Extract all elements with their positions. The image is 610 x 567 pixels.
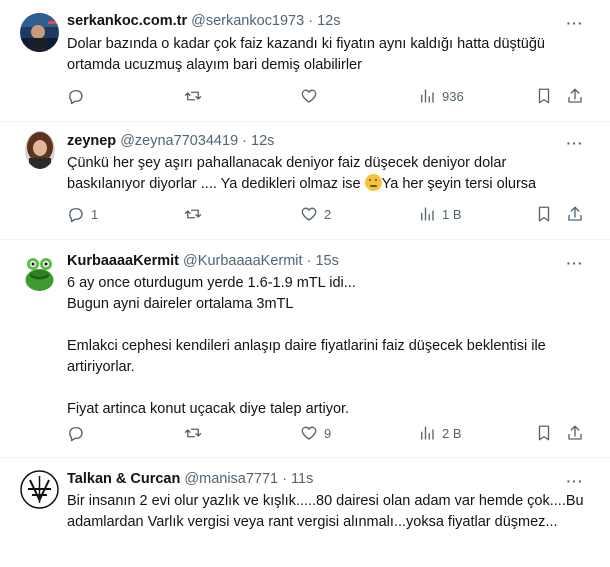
views-button[interactable]: 2 B [418,424,462,442]
bookmark-button[interactable] [535,87,553,105]
tweet-text: Bir insanın 2 evi olur yazlık ve kışlık.… [67,493,584,530]
tweet-text: Çünkü her şey aşırı pahallanacak deniyor… [67,153,586,195]
separator-dot: · [306,253,312,269]
user-handle[interactable]: @zeyna77034419 [120,133,238,149]
views-button[interactable]: 936 [418,87,464,105]
avatar[interactable] [25,131,55,169]
tweet-header: KurbaaaaKermit @KurbaaaaKermit · 15s [67,252,570,271]
avatar[interactable] [20,470,59,509]
retweet-icon [184,209,202,219]
avatar[interactable] [20,253,59,292]
display-name[interactable]: Talkan & Curcan [67,471,180,487]
more-options-button[interactable]: ··· [564,16,586,36]
reply-icon [69,208,83,223]
user-handle[interactable]: @manisa7771 [184,471,278,487]
more-horizontal-icon: ··· [566,15,584,31]
like-count: 9 [324,425,332,441]
display-name[interactable]: KurbaaaaKermit [67,253,179,269]
user-handle[interactable]: @KurbaaaaKermit [183,253,303,269]
heart-icon [301,207,317,221]
bookmark-icon [538,206,550,222]
tweet-header: zeynep @zeyna77034419 · 12s [67,132,570,151]
bookmark-button[interactable] [535,424,553,442]
timestamp[interactable]: 12s [251,133,274,149]
tweet-actions: 936 [0,87,610,109]
share-button[interactable] [566,205,584,223]
bookmark-button[interactable] [535,205,553,223]
tweet-text: Dolar bazında o kadar çok faiz kazandı k… [67,36,545,73]
user-handle[interactable]: @serkankoc1973 [191,13,304,29]
tweet-actions: 1 2 1 B [0,205,610,227]
view-count: 936 [442,88,464,104]
views-chart-icon [421,89,434,103]
timeline-feed: serkankoc.com.tr @serkankoc1973 · 12s ··… [0,0,610,567]
separator-dot: · [308,13,314,29]
heart-icon [301,426,317,440]
share-button[interactable] [566,424,584,442]
tweet[interactable]: serkankoc.com.tr @serkankoc1973 · 12s ··… [0,0,610,122]
retweet-button[interactable] [184,424,208,442]
share-button[interactable] [566,87,584,105]
reply-icon [69,427,83,442]
display-name[interactable]: serkankoc.com.tr [67,13,187,29]
views-chart-icon [421,426,434,440]
reply-icon [69,90,83,105]
more-horizontal-icon: ··· [566,473,584,489]
view-count: 1 B [442,206,462,222]
reply-button[interactable]: 1 [67,205,98,223]
tweet-text: 6 ay once oturdugum yerde 1.6-1.9 mTL id… [67,275,546,417]
reply-button[interactable] [67,424,91,442]
heart-icon [301,89,317,103]
more-horizontal-icon: ··· [566,135,584,151]
retweet-button[interactable] [184,87,208,105]
views-button[interactable]: 1 B [418,205,462,223]
separator-dot: · [282,471,287,487]
view-count: 2 B [442,425,462,441]
tweet[interactable]: Talkan & Curcan @manisa7771 · 11s ··· Bi… [0,458,610,567]
thinking-face-emoji [364,174,382,191]
bookmark-icon [538,88,550,104]
reply-button[interactable] [67,87,91,105]
reply-count: 1 [91,206,99,222]
retweet-icon [184,91,202,101]
share-icon [568,425,582,440]
tweet[interactable]: zeynep @zeyna77034419 · 12s ··· Çünkü he… [0,122,610,240]
like-count: 2 [324,206,332,222]
timestamp[interactable]: 15s [315,253,338,269]
timestamp[interactable]: 12s [317,13,340,29]
like-button[interactable] [300,87,324,105]
tweet-header: serkankoc.com.tr @serkankoc1973 · 12s [67,12,570,31]
views-chart-icon [421,207,434,221]
tweet-header: Talkan & Curcan @manisa7771 · 11s [67,470,570,489]
separator-dot: · [242,133,248,149]
bookmark-icon [538,425,550,441]
tweet-text-part: Ya her şeyin tersi olursa [381,176,537,192]
like-button[interactable]: 9 [300,424,331,442]
avatar[interactable] [20,13,59,52]
timestamp[interactable]: 11s [291,471,313,487]
like-button[interactable]: 2 [300,205,331,223]
tweet[interactable]: KurbaaaaKermit @KurbaaaaKermit · 15s ···… [0,240,610,458]
tweet-actions: 9 2 B [0,424,610,446]
more-horizontal-icon: ··· [566,255,584,271]
retweet-button[interactable] [184,205,208,223]
display-name[interactable]: zeynep [67,133,116,149]
share-icon [568,88,582,103]
share-icon [568,206,582,221]
retweet-icon [184,428,202,438]
